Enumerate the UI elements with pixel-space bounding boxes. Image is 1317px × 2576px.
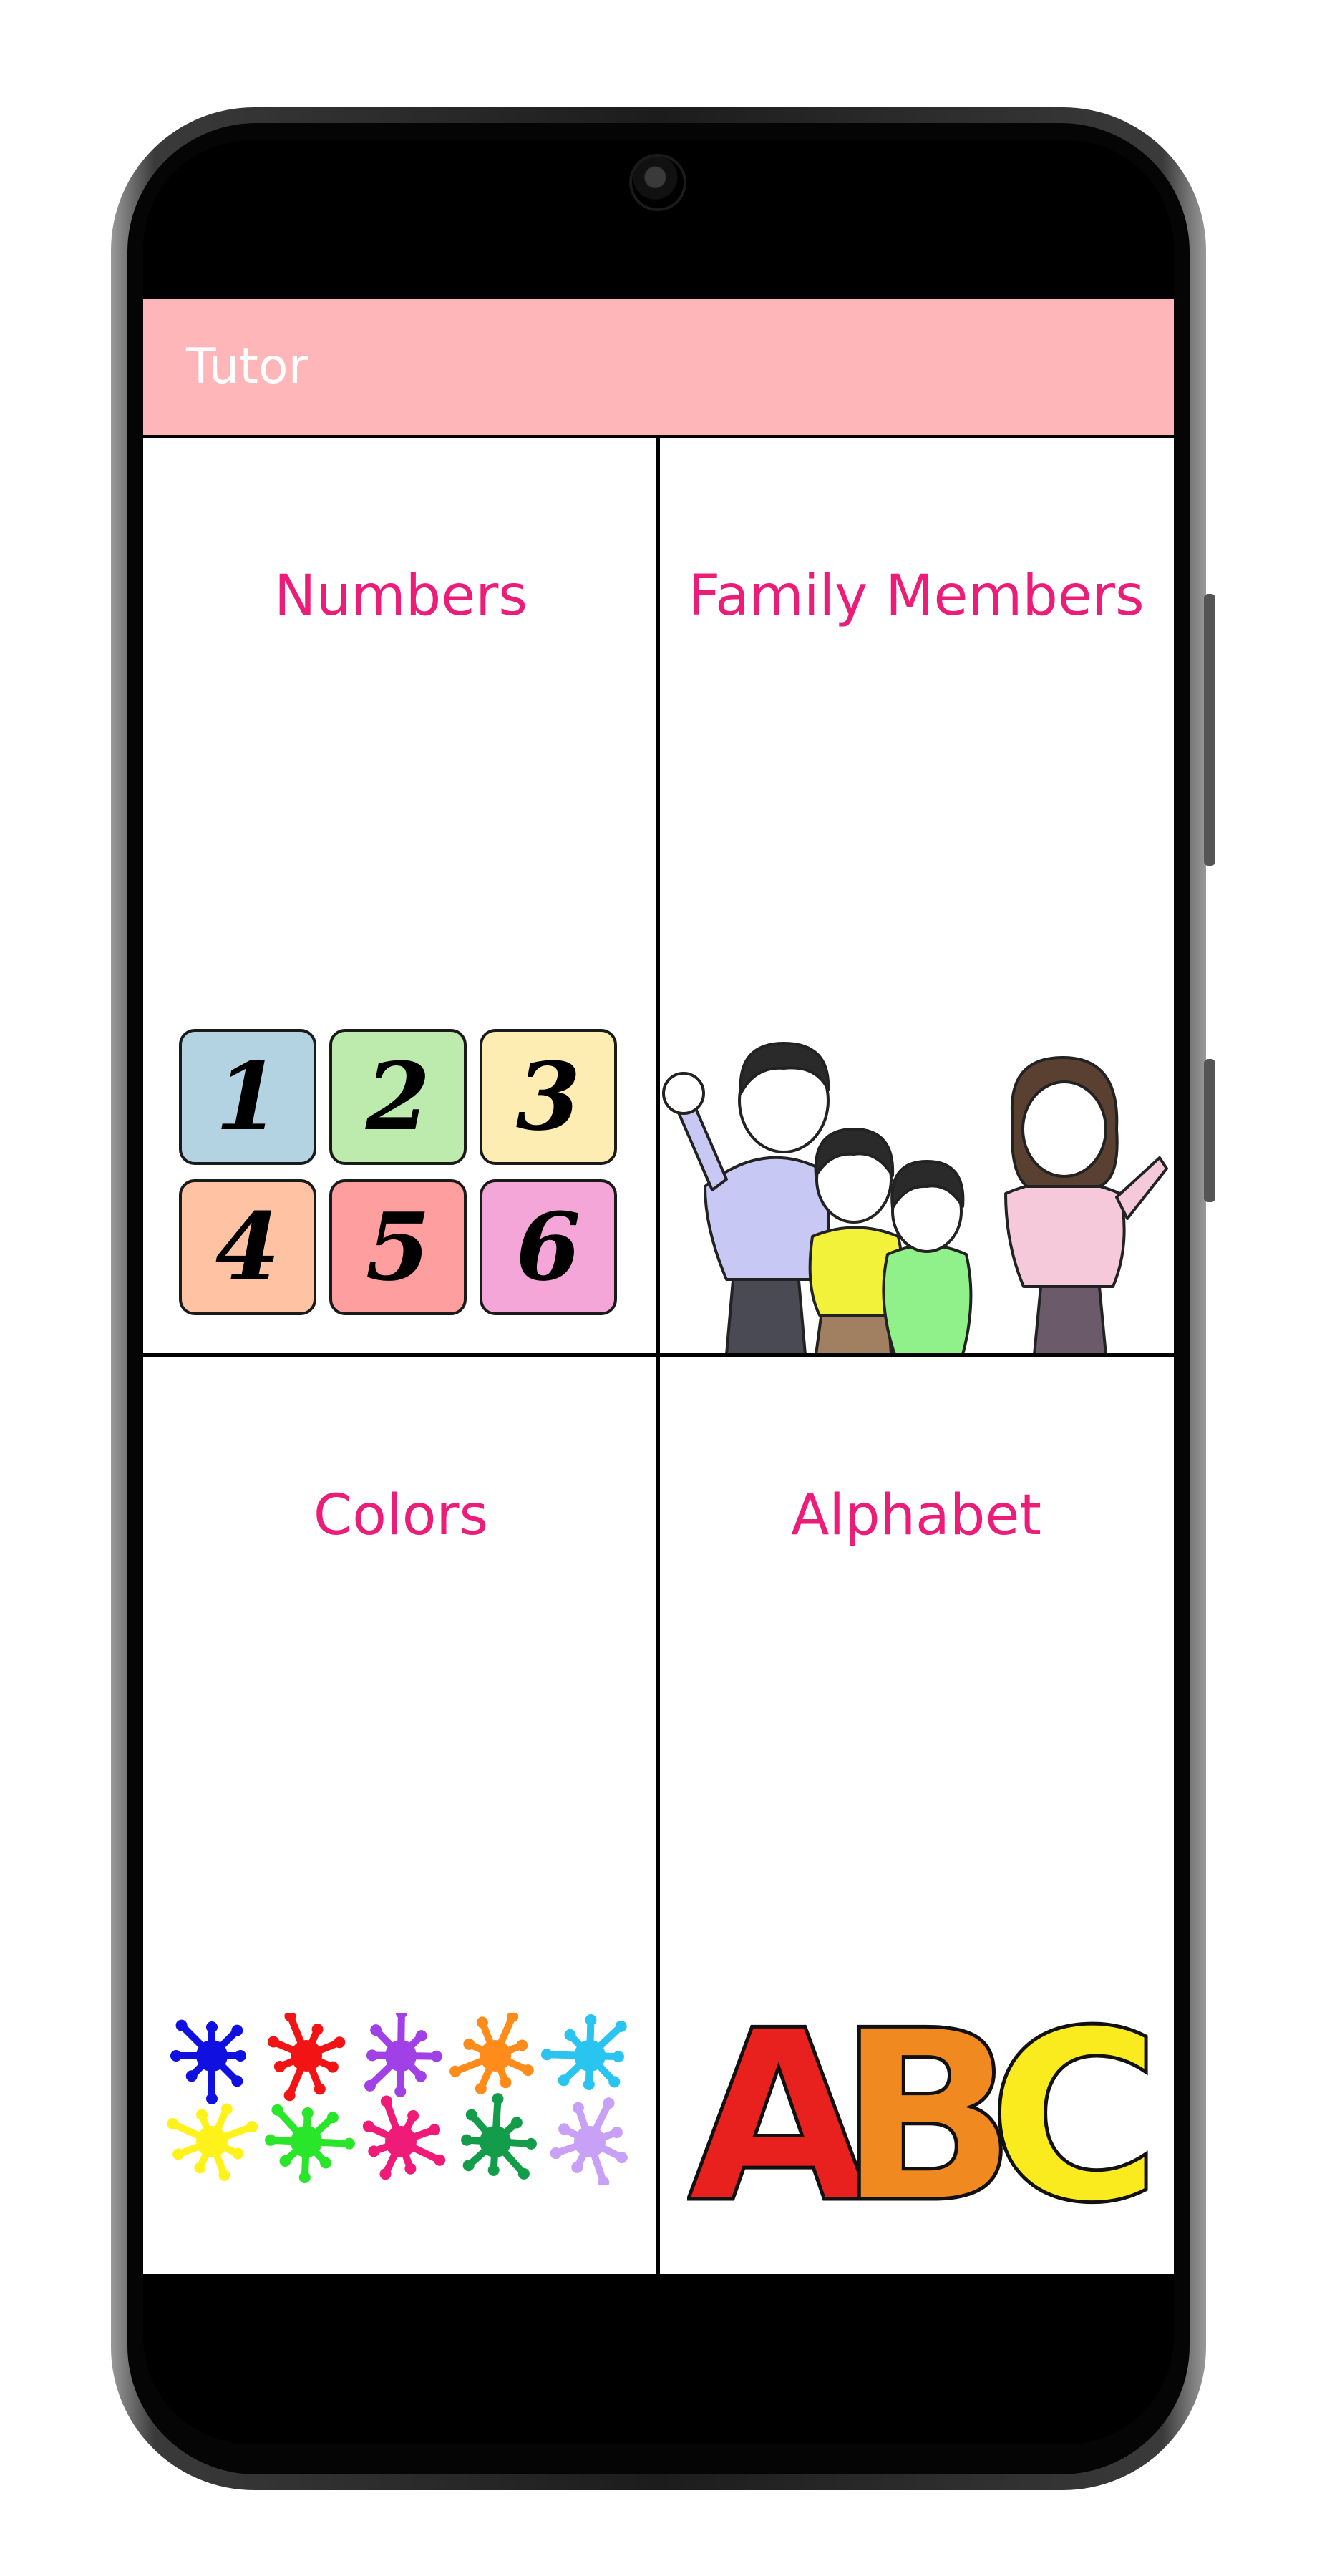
paint-splat xyxy=(364,2013,442,2097)
grid-divider-top xyxy=(143,435,1174,438)
abc-letters-illustration: A B C xyxy=(687,1984,1160,2220)
paint-splat xyxy=(167,2103,258,2181)
category-grid: Numbers 1 2 3 4 5 6 Family Members Color… xyxy=(143,435,1174,2274)
app-bar: Tutor xyxy=(143,299,1174,435)
family-illustration xyxy=(662,1042,1168,1355)
number-tile: 6 xyxy=(480,1179,617,1315)
paint-splat xyxy=(541,2014,627,2090)
paint-splat xyxy=(170,2019,246,2104)
category-colors[interactable]: Colors xyxy=(143,1355,658,2274)
paint-splat xyxy=(550,2097,628,2185)
category-label: Family Members xyxy=(688,564,1145,628)
paint-splat xyxy=(265,2104,355,2183)
paint-splat xyxy=(461,2093,537,2180)
paint-splat xyxy=(449,2013,534,2094)
category-numbers[interactable]: Numbers 1 2 3 4 5 6 xyxy=(143,435,658,1355)
letter-c: C xyxy=(988,1984,1160,2220)
paint-splat xyxy=(267,2013,346,2102)
paint-splats-illustration xyxy=(167,2013,628,2185)
category-family-members[interactable]: Family Members xyxy=(658,435,1174,1355)
category-alphabet[interactable]: Alphabet A B C xyxy=(658,1355,1174,2274)
number-tile: 2 xyxy=(329,1029,467,1165)
category-label: Numbers xyxy=(274,564,528,628)
grid-divider-horizontal xyxy=(143,1353,1174,1357)
power-button xyxy=(1204,1059,1215,1202)
number-tile: 5 xyxy=(329,1179,467,1315)
screen: Tutor Numbers 1 2 3 4 5 6 Family Members xyxy=(143,140,1174,2444)
paint-splat xyxy=(362,2095,446,2180)
app-title: Tutor xyxy=(186,338,308,395)
number-tiles-illustration: 1 2 3 4 5 6 xyxy=(179,1029,623,1315)
number-tile: 1 xyxy=(179,1029,316,1165)
front-camera xyxy=(629,154,686,211)
number-tile: 3 xyxy=(480,1029,617,1165)
category-label: Colors xyxy=(313,1483,489,1548)
volume-button xyxy=(1204,594,1215,866)
number-tile: 4 xyxy=(179,1179,316,1315)
category-label: Alphabet xyxy=(791,1483,1041,1548)
